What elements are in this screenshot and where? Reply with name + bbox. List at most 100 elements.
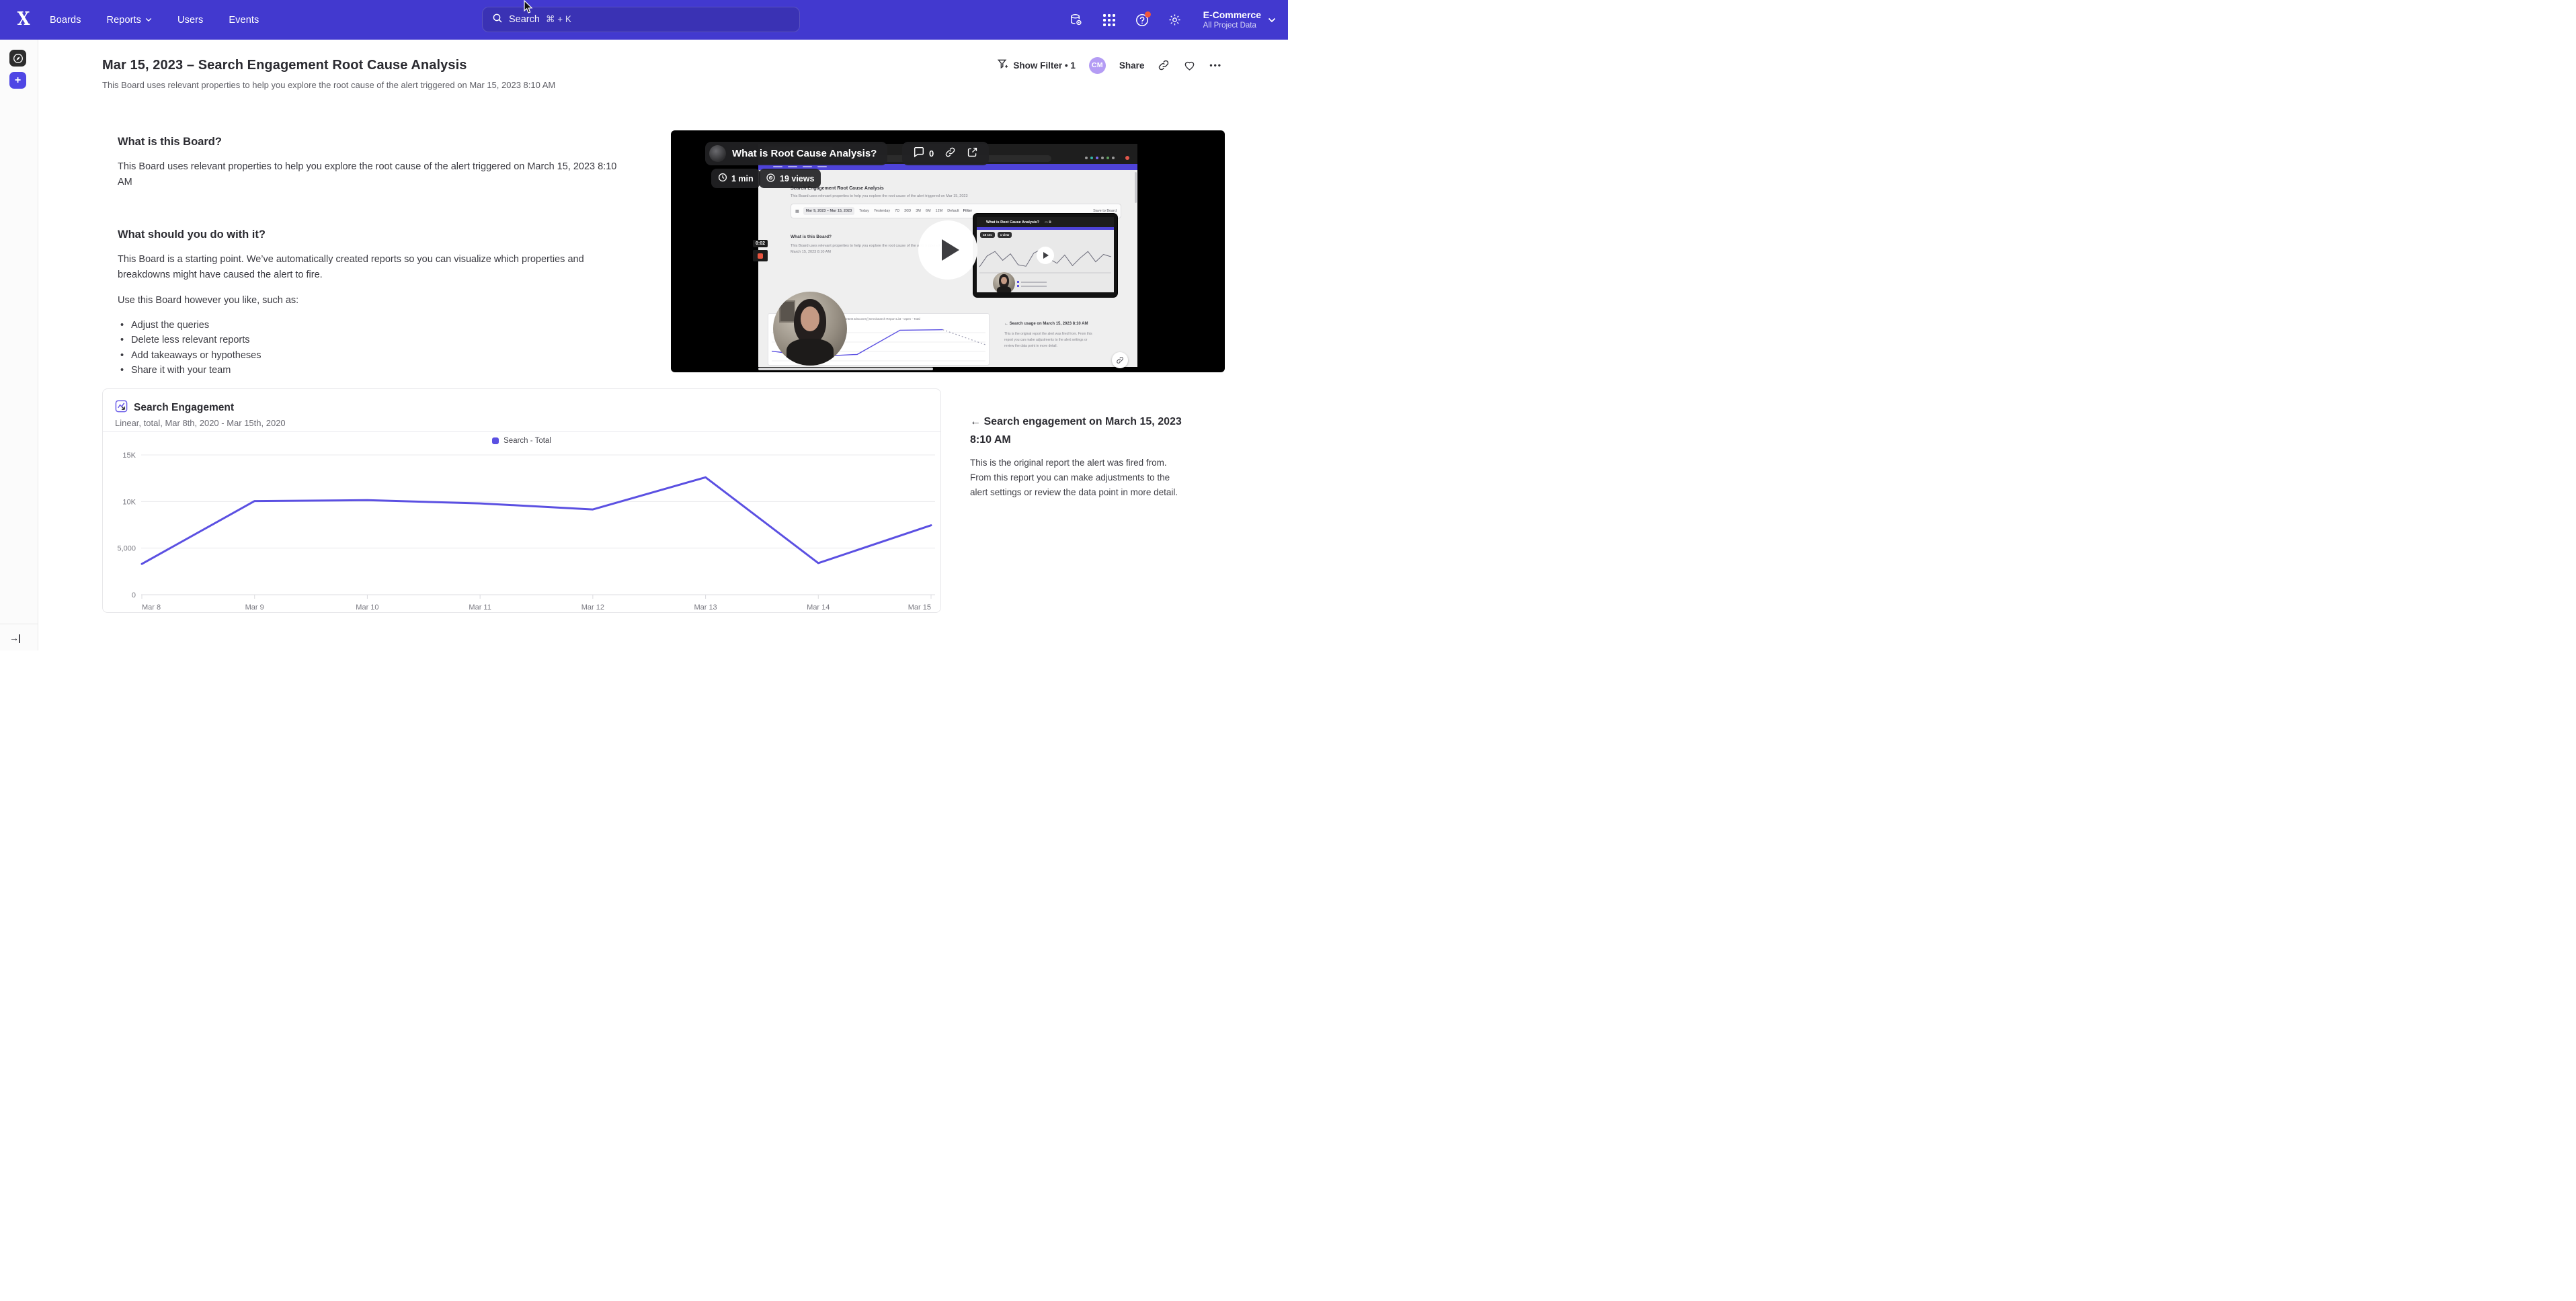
video-duration: 1 min <box>731 174 754 183</box>
mini-range-tab: Mar 9, 2023 – Mar 15, 2023 <box>803 207 855 215</box>
play-icon <box>942 239 959 261</box>
board-actions: Show Filter • 1 CM Share ••• <box>997 56 1222 74</box>
presenter-webcam-bubble <box>773 292 847 366</box>
legend-label: Search - Total <box>504 437 551 445</box>
mini-save-label: Save to Board <box>1093 209 1117 213</box>
svg-text:Mar 13: Mar 13 <box>694 603 717 612</box>
video-widget[interactable]: Search Engagement Root Cause Analysis Th… <box>671 130 1225 372</box>
project-selector[interactable]: E-Commerce All Project Data <box>1203 9 1276 31</box>
data-management-icon[interactable] <box>1069 13 1084 28</box>
help-icon[interactable] <box>1135 13 1150 28</box>
svg-text:Mar 15: Mar 15 <box>908 603 931 612</box>
mini-range-tab: Yesterday <box>874 209 890 213</box>
mini-page-subtitle: This Board uses relevant properties to h… <box>791 194 968 198</box>
intro-bullet: Share it with your team <box>118 363 618 378</box>
mini-range-tab: 6M <box>926 209 931 213</box>
presenter-torso <box>787 339 834 366</box>
report-card-search-engagement[interactable]: Search Engagement Linear, total, Mar 8th… <box>102 388 941 613</box>
video-action-pill: 0 <box>902 142 989 165</box>
mini-scrollbar-horizontal <box>758 368 933 370</box>
nested-nav-strip <box>977 227 1114 230</box>
mini-range-tab: 30D <box>904 209 911 213</box>
mini-chart-legend: [Content Discovery] Omnisearch Report Li… <box>837 317 920 321</box>
intro-heading-1: What is this Board? <box>118 136 618 149</box>
mini-h1: What is this Board? <box>791 235 832 239</box>
app-window: X BoardsReportsUsersEvents Search ⌘ + K <box>0 0 1288 650</box>
project-name: E-Commerce <box>1203 9 1261 22</box>
mini-scrollbar-vertical <box>1135 172 1137 203</box>
nested-video-title: What is Root Cause Analysis? <box>986 220 1039 224</box>
more-options-button[interactable]: ••• <box>1209 60 1222 70</box>
mini-line-2: March 15, 2023 8:10 AM <box>791 250 831 254</box>
nested-stats: 18 sec 1 view <box>980 232 1012 238</box>
filter-plus-icon <box>997 58 1008 72</box>
presenter-avatar <box>709 145 726 162</box>
comments-icon[interactable] <box>913 146 925 161</box>
intro-paragraph-2: This Board is a starting point. We’ve au… <box>118 252 618 282</box>
intro-bullet: Delete less relevant reports <box>118 333 618 348</box>
svg-text:5,000: 5,000 <box>117 545 136 553</box>
line-chart[interactable]: 05,00010K15KMar 8Mar 9Mar 10Mar 11Mar 12… <box>103 448 942 614</box>
avatar[interactable]: CM <box>1089 57 1106 74</box>
mini-range-tab: Today <box>859 209 869 213</box>
nav-right-cluster: E-Commerce All Project Data <box>1069 0 1276 40</box>
side-note: ← Search engagement on March 15, 2023 8:… <box>970 413 1185 500</box>
nav-item-boards[interactable]: Boards <box>50 15 81 26</box>
video-link-icon[interactable] <box>944 146 956 161</box>
browser-extensions <box>1085 157 1115 159</box>
clock-icon <box>718 173 727 184</box>
discover-compass-button[interactable] <box>9 50 26 67</box>
settings-gear-icon[interactable] <box>1168 13 1182 28</box>
svg-text:Mar 14: Mar 14 <box>807 603 830 612</box>
share-button[interactable]: Share <box>1119 60 1145 71</box>
intro-bullet: Adjust the queries <box>118 318 618 333</box>
video-views-pill: 19 views <box>759 169 821 188</box>
intro-paragraph-1: This Board uses relevant properties to h… <box>118 159 618 190</box>
floating-link-button[interactable] <box>1112 352 1128 368</box>
side-note-body: This is the original report the alert wa… <box>970 456 1185 500</box>
plus-icon: + <box>15 75 21 86</box>
wall-picture <box>779 300 795 323</box>
show-filter-label: Show Filter • 1 <box>1013 60 1076 71</box>
nav-menu: Boards Reports Users Events <box>50 0 259 40</box>
svg-text:Mar 10: Mar 10 <box>356 603 378 612</box>
svg-text:Mar 8: Mar 8 <box>142 603 161 612</box>
svg-text:0: 0 <box>132 591 136 599</box>
copy-link-icon[interactable] <box>1158 59 1170 71</box>
mini-range-tab: 3M <box>916 209 921 213</box>
search-shortcut: ⌘ + K <box>546 14 571 25</box>
play-button[interactable] <box>918 220 977 280</box>
mini-range-tab: 7D <box>895 209 899 213</box>
svg-text:Mar 11: Mar 11 <box>469 603 491 612</box>
mini-filter-label: Filter <box>963 209 972 213</box>
board-description: What is this Board? This Board uses rele… <box>118 136 618 378</box>
chevron-down-icon <box>1268 14 1276 26</box>
recording-timer: 0:02 <box>753 240 768 247</box>
add-board-button[interactable]: + <box>9 72 26 89</box>
mini-line-1: This Board uses relevant properties to h… <box>791 244 940 248</box>
nav-item-users[interactable]: Users <box>177 15 203 26</box>
svg-text:10K: 10K <box>122 498 136 506</box>
expand-sidebar-icon[interactable]: →| <box>9 632 20 643</box>
nested-legend-rows <box>1017 281 1047 287</box>
comments-count: 0 <box>929 149 934 159</box>
nav-item-events[interactable]: Events <box>229 15 259 26</box>
report-subtitle: Linear, total, Mar 8th, 2020 - Mar 15th,… <box>115 418 286 428</box>
eye-icon <box>766 173 776 185</box>
video-views: 19 views <box>780 174 814 183</box>
apps-grid-icon[interactable] <box>1102 13 1117 28</box>
svg-text:Mar 9: Mar 9 <box>245 603 264 612</box>
mini-range-tab: 12M <box>936 209 943 213</box>
mixpanel-logo-icon[interactable]: X <box>15 9 33 30</box>
record-button <box>753 250 768 261</box>
nav-item-reports[interactable]: Reports <box>107 15 152 26</box>
favorite-heart-icon[interactable] <box>1183 59 1196 71</box>
line-chart-icon <box>115 400 128 416</box>
show-filter-button[interactable]: Show Filter • 1 <box>997 58 1076 72</box>
nested-webcam-bubble <box>993 272 1015 292</box>
calendar-icon: ▦ <box>795 209 799 214</box>
report-title[interactable]: Search Engagement <box>134 402 234 414</box>
intro-paragraph-3: Use this Board however you like, such as… <box>118 293 618 308</box>
open-external-icon[interactable] <box>967 146 978 161</box>
video-duration-pill: 1 min <box>711 169 760 188</box>
